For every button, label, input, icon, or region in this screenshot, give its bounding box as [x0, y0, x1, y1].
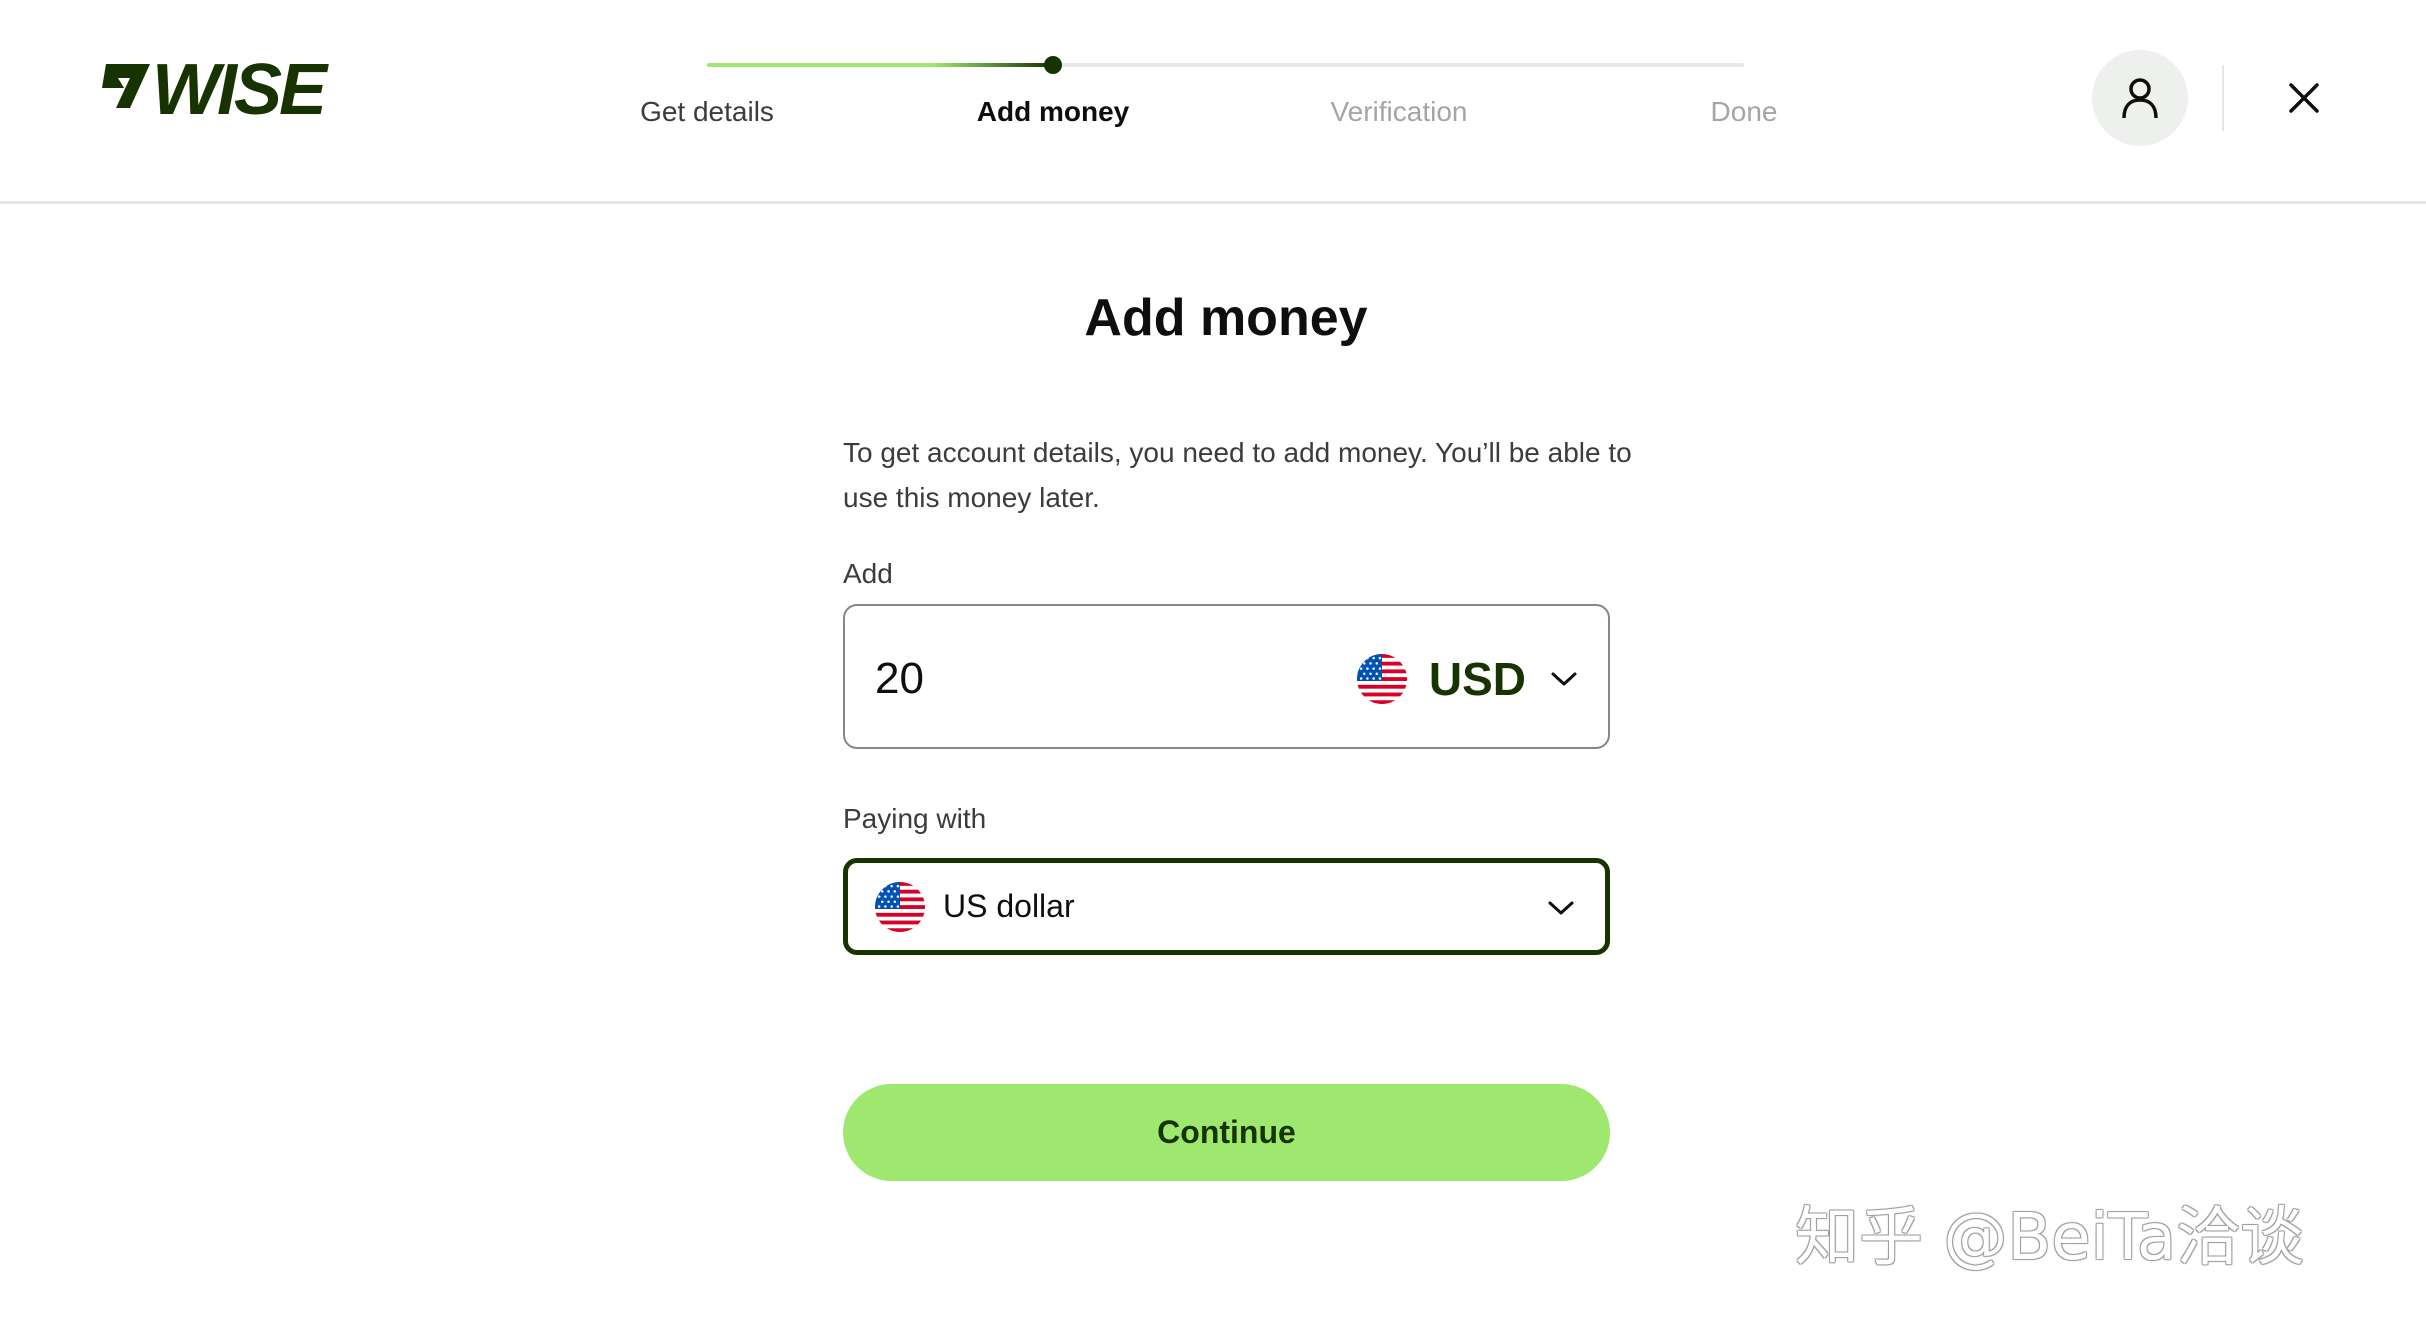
wise-logo[interactable]: WISE — [100, 54, 327, 128]
currency-selector[interactable]: USD — [1357, 644, 1578, 714]
step-add-money: Add money — [976, 96, 1130, 127]
us-flag-icon — [1357, 654, 1407, 704]
amount-input[interactable] — [875, 644, 1295, 714]
profile-button[interactable] — [2092, 50, 2188, 146]
paying-with-label: Paying with — [843, 803, 987, 834]
chevron-down-icon — [1551, 672, 1577, 686]
continue-button[interactable]: Continue — [843, 1084, 1610, 1181]
logo-wordmark: WISE — [152, 50, 327, 130]
step-done: Done — [1710, 96, 1778, 127]
amount-label: Add — [843, 558, 893, 589]
close-button[interactable] — [2276, 70, 2332, 126]
step-verification: Verification — [1330, 96, 1468, 127]
stepper-progress — [707, 63, 1053, 67]
amount-field: USD — [843, 604, 1610, 749]
progress-stepper: Get details Add money Verification Done — [600, 50, 1800, 140]
header-divider — [2222, 65, 2224, 131]
wise-flag-icon — [102, 64, 150, 108]
paying-with-select[interactable]: US dollar — [843, 858, 1610, 955]
paying-with-value: US dollar — [943, 888, 1075, 924]
currency-code: USD — [1428, 653, 1526, 705]
step-get-details: Get details — [640, 96, 774, 127]
top-header: WISE Get details Add money Verification … — [0, 0, 2426, 204]
stepper-current-dot — [1044, 56, 1062, 74]
user-icon — [2122, 78, 2158, 119]
intro-text: To get account details, you need to add … — [843, 437, 1632, 513]
watermark-text: 知乎 @BeiTa洽谈 — [1795, 1201, 2305, 1275]
close-icon — [2289, 83, 2319, 113]
us-flag-icon — [875, 882, 925, 932]
page-title: Add money — [1084, 289, 1368, 347]
chevron-down-icon — [1548, 901, 1574, 915]
